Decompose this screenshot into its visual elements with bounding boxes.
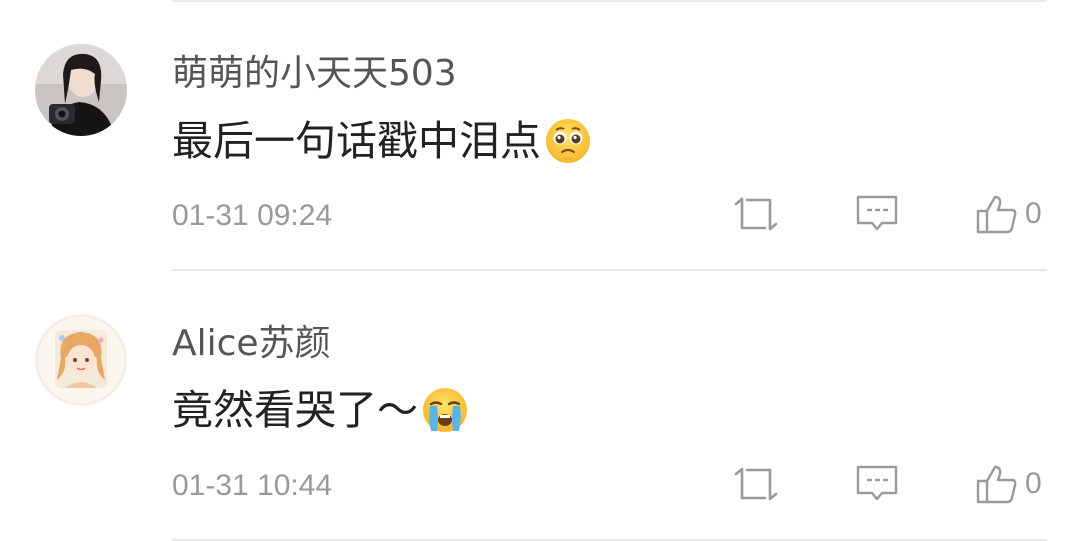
comment-text-body: 最后一句话戳中泪点 [172,117,541,165]
user-avatar-icon [35,44,127,136]
like-count: 0 [1025,197,1042,230]
user-avatar[interactable] [35,314,127,406]
comment-item: 萌萌的小天天503 最后一句话戳中泪点 01-31 09:24 0 [0,0,1080,269]
repost-button[interactable] [733,192,779,236]
thumbs-up-icon [976,465,1017,504]
user-avatar[interactable] [35,44,127,136]
comment-item: Alice苏颜 竟然看哭了～ 01-31 10:44 0 [0,270,1080,539]
comment-icon [856,465,898,501]
comment-text: 最后一句话戳中泪点 [172,115,591,167]
repost-icon [734,197,778,231]
like-count: 0 [1025,467,1042,500]
comment-text: 竟然看哭了～ [172,384,468,436]
comment-username[interactable]: Alice苏颜 [172,322,331,366]
like-button[interactable]: 0 [975,462,1042,506]
reply-button[interactable] [855,192,899,236]
comment-username[interactable]: 萌萌的小天天503 [172,52,457,96]
comment-timestamp: 01-31 10:44 [172,469,333,502]
repost-button[interactable] [733,462,779,506]
user-avatar-icon [35,314,127,406]
repost-icon [734,467,778,501]
thumbs-up-icon [976,195,1017,234]
comment-icon [856,195,898,231]
comment-text-body: 竟然看哭了～ [172,386,418,434]
comment-timestamp: 01-31 09:24 [172,199,333,232]
loudly-crying-face-icon [423,388,467,432]
like-button[interactable]: 0 [975,192,1042,236]
pleading-face-icon [546,119,590,163]
reply-button[interactable] [855,462,899,506]
